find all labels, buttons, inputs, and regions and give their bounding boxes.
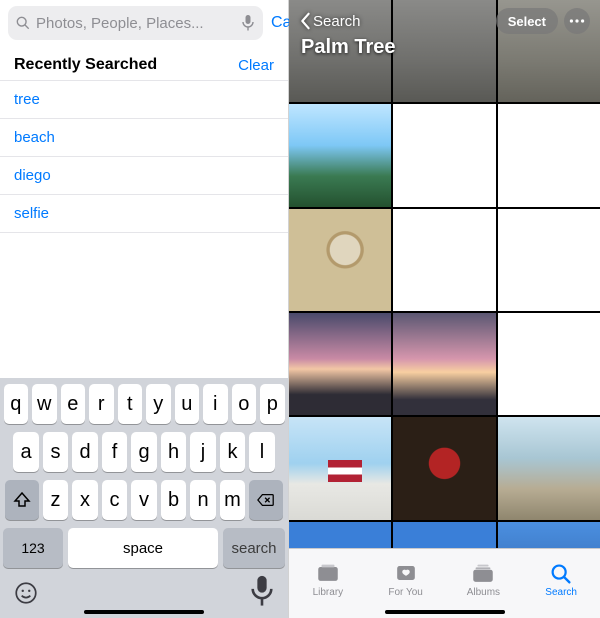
key-h[interactable]: h	[161, 432, 187, 472]
home-indicator[interactable]	[385, 610, 505, 614]
search-field[interactable]	[8, 6, 263, 40]
shift-icon	[13, 491, 31, 509]
key-c[interactable]: c	[102, 480, 128, 520]
key-shift[interactable]	[5, 480, 39, 520]
back-label: Search	[313, 13, 361, 30]
emoji-icon	[13, 580, 39, 606]
keyboard: q w e r t y u i o p a s d f g h j k l	[0, 378, 288, 618]
key-123[interactable]: 123	[3, 528, 63, 568]
tab-label: Albums	[467, 587, 500, 598]
photo-thumb[interactable]	[393, 313, 495, 415]
key-dictation[interactable]	[249, 580, 275, 606]
home-indicator[interactable]	[84, 610, 204, 614]
photo-thumb[interactable]	[498, 417, 600, 519]
photo-thumb[interactable]	[498, 104, 600, 206]
key-o[interactable]: o	[232, 384, 257, 424]
key-y[interactable]: y	[146, 384, 171, 424]
photo-thumb[interactable]	[498, 313, 600, 415]
key-v[interactable]: v	[131, 480, 157, 520]
recent-title: Recently Searched	[14, 56, 157, 74]
key-r[interactable]: r	[89, 384, 114, 424]
key-b[interactable]: b	[161, 480, 187, 520]
search-tab-icon	[548, 561, 574, 585]
key-m[interactable]: m	[220, 480, 246, 520]
photo-thumb[interactable]	[498, 209, 600, 311]
key-e[interactable]: e	[61, 384, 86, 424]
key-i[interactable]: i	[203, 384, 228, 424]
select-button[interactable]: Select	[496, 8, 558, 34]
foryou-icon	[393, 561, 419, 585]
key-f[interactable]: f	[102, 432, 128, 472]
key-x[interactable]: x	[72, 480, 98, 520]
key-j[interactable]: j	[190, 432, 216, 472]
tab-library[interactable]: Library	[289, 549, 367, 610]
clear-button[interactable]: Clear	[238, 57, 274, 74]
backspace-icon	[257, 491, 275, 509]
photo-thumb[interactable]	[393, 417, 495, 519]
recent-item[interactable]: beach	[0, 119, 288, 157]
mic-icon[interactable]	[241, 14, 255, 32]
key-g[interactable]: g	[131, 432, 157, 472]
recent-item[interactable]: selfie	[0, 195, 288, 233]
back-button[interactable]: Search	[299, 12, 361, 30]
key-u[interactable]: u	[175, 384, 200, 424]
tab-foryou[interactable]: For You	[367, 549, 445, 610]
photo-thumb[interactable]	[289, 209, 391, 311]
photo-thumb[interactable]	[289, 417, 391, 519]
key-backspace[interactable]	[249, 480, 283, 520]
recent-item[interactable]: diego	[0, 157, 288, 195]
results-title: Palm Tree	[289, 36, 600, 65]
key-d[interactable]: d	[72, 432, 98, 472]
photo-thumb[interactable]	[289, 522, 391, 548]
ellipsis-icon	[569, 18, 585, 24]
tab-search[interactable]: Search	[522, 549, 600, 610]
photo-thumb[interactable]	[393, 104, 495, 206]
key-p[interactable]: p	[260, 384, 285, 424]
albums-icon	[470, 561, 496, 585]
mic-icon	[249, 574, 275, 611]
key-t[interactable]: t	[118, 384, 143, 424]
search-input[interactable]	[36, 15, 235, 32]
photo-thumb[interactable]	[393, 522, 495, 548]
key-l[interactable]: l	[249, 432, 275, 472]
search-icon	[16, 16, 30, 30]
chevron-left-icon	[299, 12, 311, 30]
key-k[interactable]: k	[220, 432, 246, 472]
tab-albums[interactable]: Albums	[445, 549, 523, 610]
key-s[interactable]: s	[43, 432, 69, 472]
tab-label: Library	[313, 587, 344, 598]
library-icon	[315, 561, 341, 585]
key-emoji[interactable]	[13, 580, 39, 606]
tab-label: For You	[388, 587, 422, 598]
key-q[interactable]: q	[4, 384, 29, 424]
results-pane: Search Select Palm Tree	[289, 0, 600, 618]
recent-header: Recently Searched Clear	[0, 46, 288, 80]
photo-thumb[interactable]	[289, 313, 391, 415]
key-space[interactable]: space	[68, 528, 218, 568]
photo-thumb[interactable]	[289, 104, 391, 206]
key-w[interactable]: w	[32, 384, 57, 424]
tab-bar: Library For You Albums Search	[289, 548, 600, 610]
photo-thumb[interactable]	[393, 209, 495, 311]
recent-list: tree beach diego selfie	[0, 80, 288, 233]
more-button[interactable]	[564, 8, 590, 34]
key-n[interactable]: n	[190, 480, 216, 520]
search-bar: Cancel	[0, 0, 288, 46]
search-pane: Cancel Recently Searched Clear tree beac…	[0, 0, 289, 618]
photo-grid	[289, 0, 600, 548]
recent-item[interactable]: tree	[0, 80, 288, 119]
photo-thumb[interactable]	[498, 522, 600, 548]
tab-label: Search	[545, 587, 577, 598]
key-search[interactable]: search	[223, 528, 285, 568]
key-z[interactable]: z	[43, 480, 69, 520]
key-a[interactable]: a	[13, 432, 39, 472]
